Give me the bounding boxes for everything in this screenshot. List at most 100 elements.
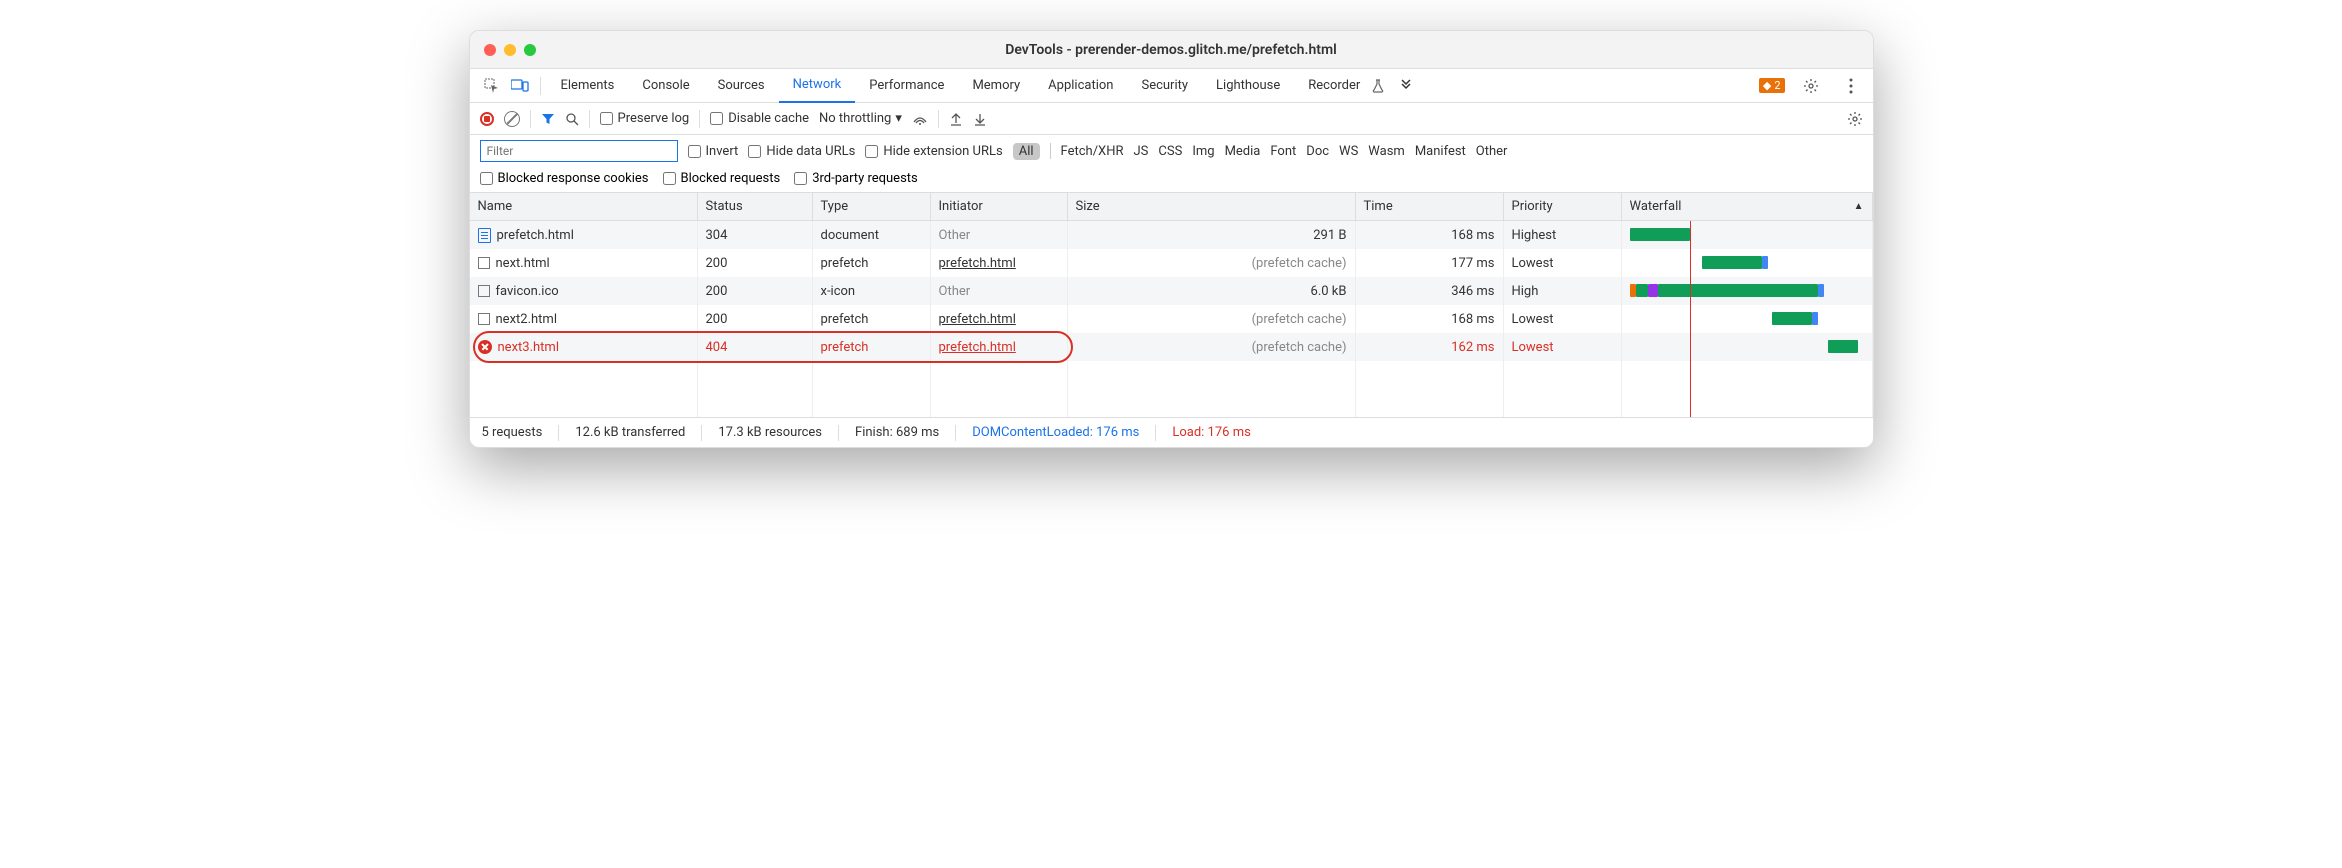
initiator-link[interactable]: prefetch.html [939,256,1016,271]
table-body: prefetch.html304documentOther291 B168 ms… [470,221,1873,417]
table-row[interactable]: prefetch.html304documentOther291 B168 ms… [470,221,1873,249]
file-icon [478,313,490,325]
load-marker-line [1690,221,1691,417]
flask-icon [1368,76,1388,96]
tab-security[interactable]: Security [1127,69,1202,103]
table-row[interactable]: next.html200prefetchprefetch.html(prefet… [470,249,1873,277]
throttling-select[interactable]: No throttling▾ [819,111,902,126]
warnings-badge[interactable]: ◆ 2 [1759,78,1785,93]
col-type[interactable]: Type [813,193,931,220]
initiator-link[interactable]: prefetch.html [939,340,1016,355]
col-waterfall[interactable]: Waterfall▲ [1622,193,1873,220]
warning-icon: ◆ [1763,79,1771,92]
filter-type-fetch-xhr[interactable]: Fetch/XHR [1061,144,1124,159]
tab-lighthouse[interactable]: Lighthouse [1202,69,1294,103]
tab-memory[interactable]: Memory [958,69,1034,103]
third-party-checkbox[interactable]: 3rd-party requests [794,171,918,186]
file-name: next3.html [498,340,559,355]
network-toolbar: Preserve log Disable cache No throttling… [470,103,1873,135]
table-row[interactable]: next3.html404prefetchprefetch.html(prefe… [470,333,1873,361]
col-status[interactable]: Status [698,193,813,220]
filter-type-all[interactable]: All [1013,143,1040,160]
hide-data-urls-checkbox[interactable]: Hide data URLs [748,144,855,159]
transferred-size: 12.6 kB transferred [575,425,685,440]
table-row[interactable]: favicon.ico200x-iconOther6.0 kB346 msHig… [470,277,1873,305]
network-conditions-icon[interactable] [912,112,928,126]
initiator-link[interactable]: prefetch.html [939,312,1016,327]
col-priority[interactable]: Priority [1504,193,1622,220]
priority-cell: High [1504,277,1622,305]
filter-type-manifest[interactable]: Manifest [1415,144,1466,159]
col-name[interactable]: Name [470,193,698,220]
finish-time: Finish: 689 ms [855,425,939,440]
tab-recorder[interactable]: Recorder [1294,69,1374,103]
preserve-log-checkbox[interactable]: Preserve log [600,111,690,126]
tab-console[interactable]: Console [628,69,703,103]
blocked-cookies-label: Blocked response cookies [498,171,649,186]
more-tabs-icon[interactable] [1396,76,1416,96]
invert-checkbox[interactable]: Invert [688,144,739,159]
minimize-icon[interactable] [504,44,516,56]
col-size[interactable]: Size [1068,193,1356,220]
divider [701,425,702,441]
status-cell: 200 [698,249,813,277]
tab-performance[interactable]: Performance [855,69,958,103]
document-icon [478,228,491,243]
dcl-time: DOMContentLoaded: 176 ms [972,425,1139,440]
zoom-icon[interactable] [524,44,536,56]
devtools-window: DevTools - prerender-demos.glitch.me/pre… [469,30,1874,448]
filter-type-ws[interactable]: WS [1339,144,1358,159]
divider [589,110,590,128]
kebab-icon[interactable] [1841,76,1861,96]
waterfall-cell [1622,249,1873,277]
filter-type-wasm[interactable]: Wasm [1368,144,1405,159]
filter-type-doc[interactable]: Doc [1306,144,1329,159]
hide-extension-urls-checkbox[interactable]: Hide extension URLs [865,144,1002,159]
filter-icon[interactable] [541,112,555,126]
divider [838,425,839,441]
type-cell: prefetch [813,249,931,277]
inspect-icon[interactable] [482,76,502,96]
col-initiator[interactable]: Initiator [931,193,1068,220]
time-cell: 177 ms [1356,249,1504,277]
size-cell: 291 B [1068,221,1356,249]
filter-type-font[interactable]: Font [1270,144,1296,159]
divider [1050,143,1051,159]
filter-type-css[interactable]: CSS [1158,144,1182,159]
file-name: next.html [496,256,550,271]
filter-type-img[interactable]: Img [1192,144,1214,159]
record-button[interactable] [480,112,494,126]
table-row[interactable]: next2.html200prefetchprefetch.html(prefe… [470,305,1873,333]
file-name: next2.html [496,312,557,327]
blocked-cookies-checkbox[interactable]: Blocked response cookies [480,171,649,186]
waterfall-cell [1622,221,1873,249]
tab-sources[interactable]: Sources [704,69,779,103]
chevron-down-icon: ▾ [895,111,902,126]
filter-type-js[interactable]: JS [1134,144,1149,159]
download-icon[interactable] [973,112,987,126]
disable-cache-checkbox[interactable]: Disable cache [710,111,809,126]
filter-input[interactable] [480,140,678,162]
waterfall-cell [1622,333,1873,361]
filter-bar-2: Blocked response cookies Blocked request… [470,167,1873,193]
tab-application[interactable]: Application [1034,69,1127,103]
filter-type-other[interactable]: Other [1476,144,1508,159]
upload-icon[interactable] [949,112,963,126]
close-icon[interactable] [484,44,496,56]
filter-type-media[interactable]: Media [1225,144,1261,159]
priority-cell: Highest [1504,221,1622,249]
resources-size: 17.3 kB resources [718,425,822,440]
col-time[interactable]: Time [1356,193,1504,220]
divider [558,425,559,441]
gear-icon[interactable] [1847,111,1863,127]
tab-network[interactable]: Network [779,69,856,103]
blocked-requests-checkbox[interactable]: Blocked requests [663,171,781,186]
settings-icon[interactable] [1801,76,1821,96]
tab-elements[interactable]: Elements [547,69,629,103]
search-icon[interactable] [565,112,579,126]
priority-cell: Lowest [1504,249,1622,277]
clear-button[interactable] [504,111,520,127]
error-icon [478,340,492,354]
device-icon[interactable] [510,76,530,96]
file-icon [478,285,490,297]
